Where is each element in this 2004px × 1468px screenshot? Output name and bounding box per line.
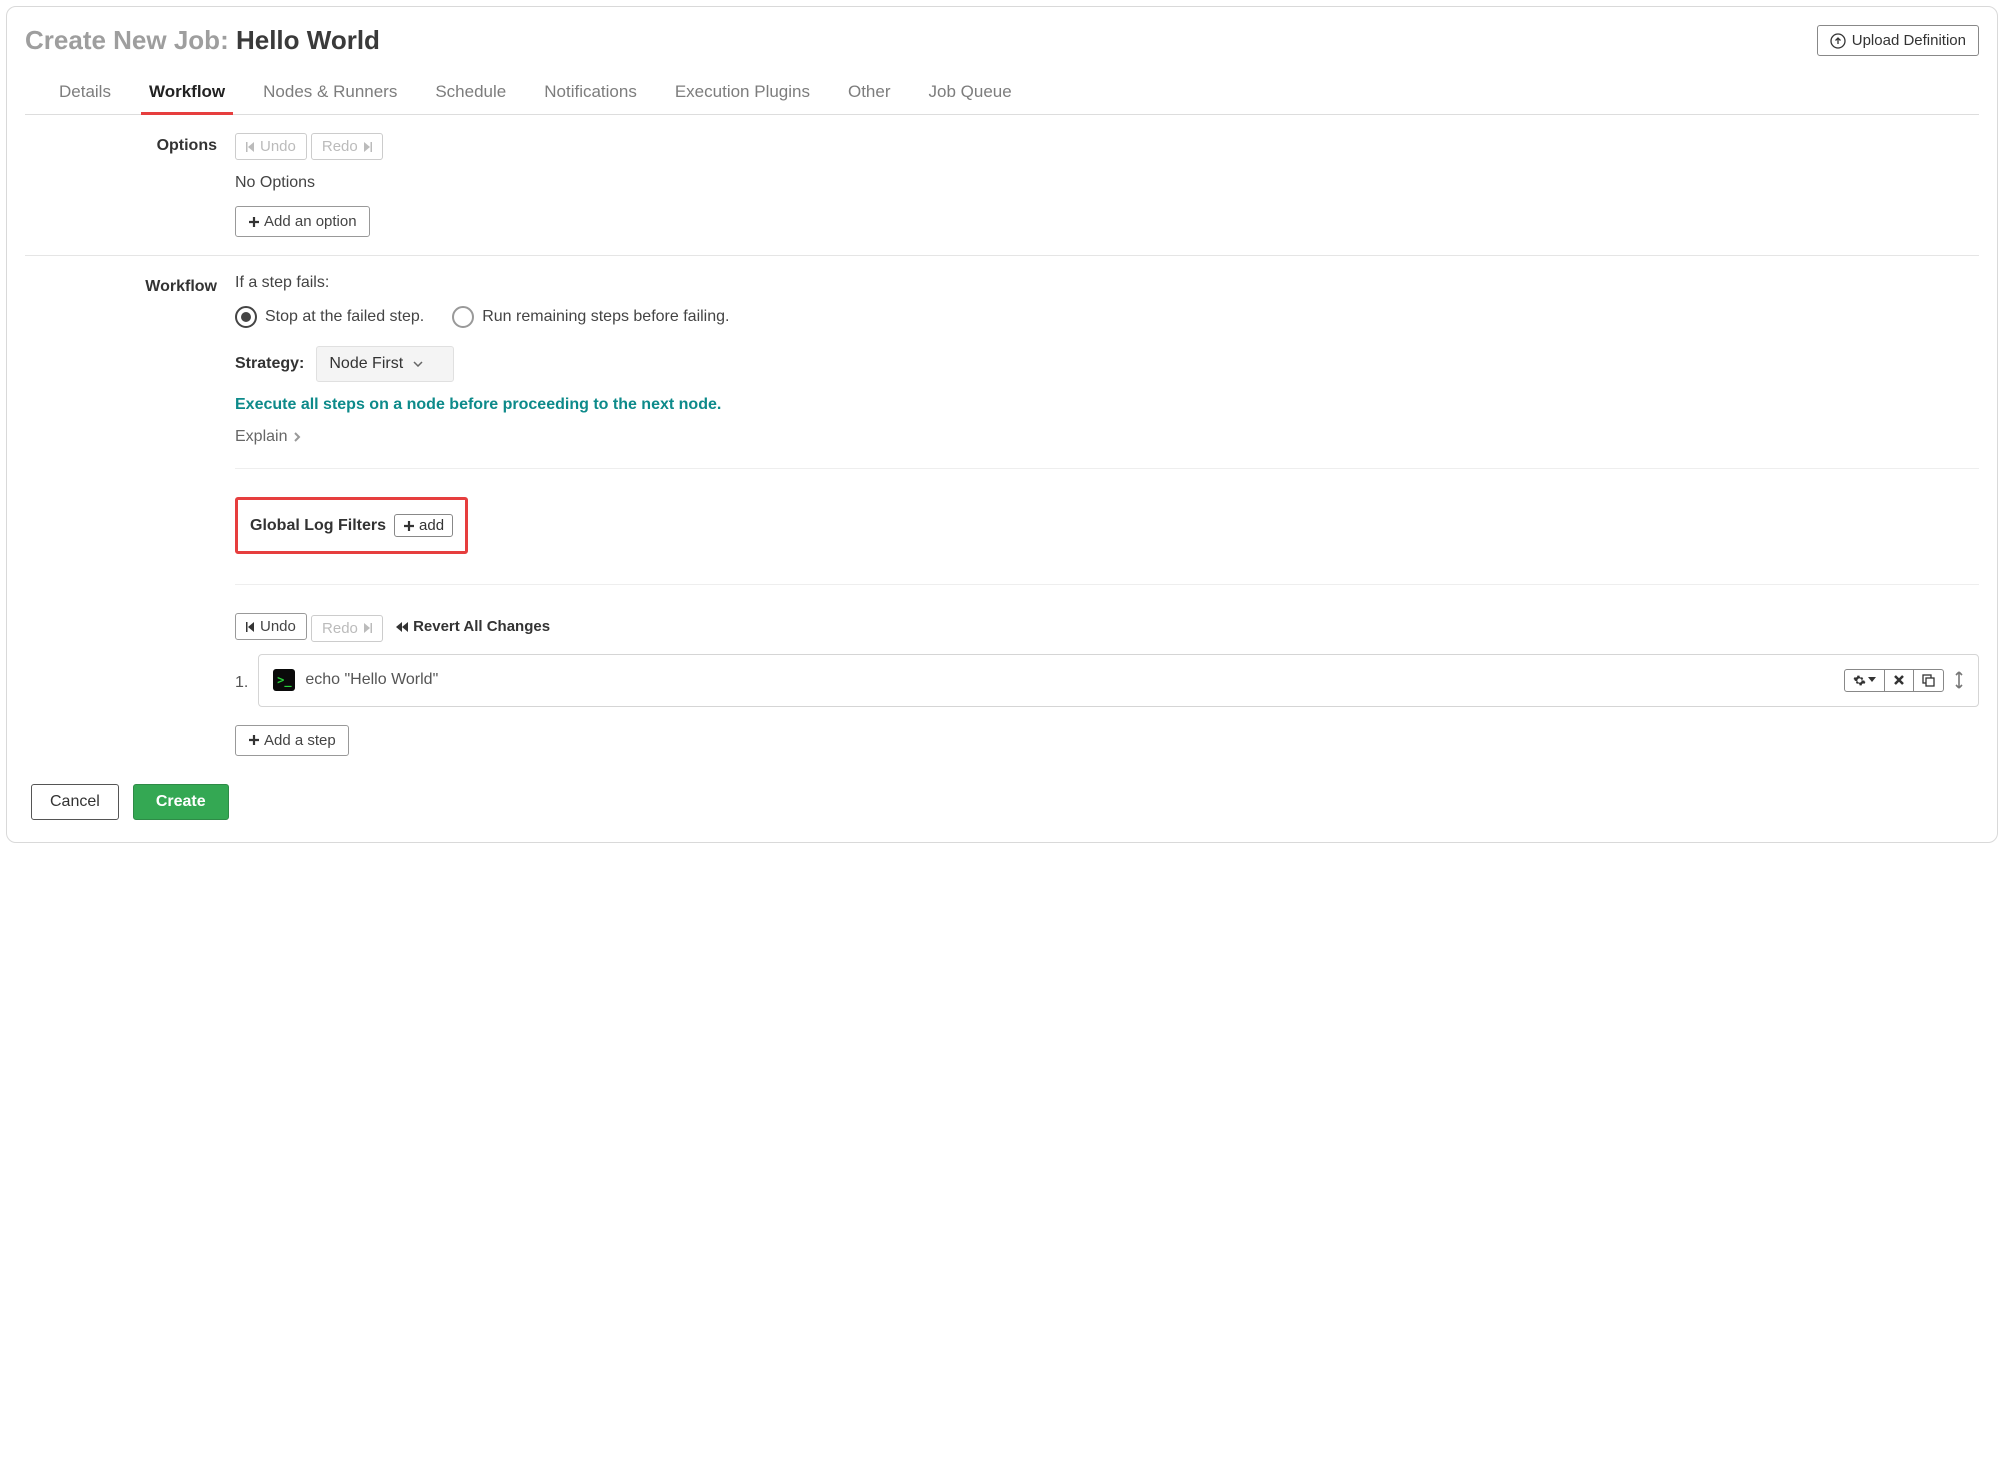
tab-details[interactable]: Details: [57, 74, 113, 114]
workflow-content: If a step fails: Stop at the failed step…: [235, 274, 1979, 756]
step-copy-button[interactable]: [1913, 670, 1943, 691]
undo-step-back-icon: [246, 141, 256, 153]
add-filter-label: add: [419, 517, 444, 534]
strategy-value: Node First: [329, 355, 403, 373]
options-redo-label: Redo: [322, 138, 358, 155]
plus-icon: [403, 520, 415, 532]
tab-job-queue[interactable]: Job Queue: [927, 74, 1014, 114]
strategy-select[interactable]: Node First: [316, 346, 454, 382]
drag-handle[interactable]: [1954, 671, 1964, 689]
rewind-icon: [395, 621, 409, 633]
plus-icon: [248, 216, 260, 228]
step-command: echo "Hello World": [305, 671, 438, 689]
options-undo-label: Undo: [260, 138, 296, 155]
workflow-steps-toolbar: Undo Redo Revert All Changes: [235, 613, 1979, 642]
step-fail-label: If a step fails:: [235, 274, 1979, 292]
radio-run-remaining-label: Run remaining steps before failing.: [482, 308, 729, 326]
redo-step-forward-icon: [362, 141, 372, 153]
workflow-label: Workflow: [25, 274, 235, 756]
options-undo-redo-row: Undo Redo: [235, 133, 383, 160]
revert-label: Revert All Changes: [413, 618, 550, 635]
add-step-button[interactable]: Add a step: [235, 725, 349, 756]
radio-stop[interactable]: Stop at the failed step.: [235, 306, 424, 328]
options-undo-button[interactable]: Undo: [235, 133, 307, 160]
footer-row: Cancel Create: [25, 774, 1979, 824]
chevron-down-icon: [413, 361, 423, 367]
radio-stop-label: Stop at the failed step.: [265, 308, 424, 326]
cancel-button[interactable]: Cancel: [31, 784, 119, 820]
copy-icon: [1922, 674, 1935, 687]
step-settings-button[interactable]: [1845, 670, 1884, 691]
radio-run-remaining[interactable]: Run remaining steps before failing.: [452, 306, 729, 328]
tab-notifications[interactable]: Notifications: [542, 74, 639, 114]
options-redo-button[interactable]: Redo: [311, 133, 383, 160]
caret-down-icon: [1868, 677, 1876, 683]
terminal-icon: >_: [273, 669, 295, 691]
title-prefix: Create New Job:: [25, 25, 236, 55]
job-name: Hello World: [236, 25, 380, 55]
tabs: Details Workflow Nodes & Runners Schedul…: [25, 64, 1979, 115]
radio-checked-icon: [235, 306, 257, 328]
explain-toggle[interactable]: Explain: [235, 428, 1979, 446]
create-button[interactable]: Create: [133, 784, 229, 820]
global-log-filters-label: Global Log Filters: [250, 517, 386, 535]
options-block: Options Undo Redo No Options Add an opti…: [25, 115, 1979, 255]
workflow-redo-label: Redo: [322, 620, 358, 637]
strategy-description: Execute all steps on a node before proce…: [235, 396, 1979, 414]
workflow-undo-label: Undo: [260, 618, 296, 635]
global-log-filters-highlight: Global Log Filters add: [235, 497, 468, 554]
step-number: 1.: [235, 674, 248, 692]
add-log-filter-button[interactable]: add: [394, 514, 453, 537]
tab-workflow[interactable]: Workflow: [147, 74, 227, 114]
upload-icon: [1830, 33, 1846, 49]
undo-step-back-icon: [246, 621, 256, 633]
upload-label: Upload Definition: [1852, 32, 1966, 49]
workflow-redo-button[interactable]: Redo: [311, 615, 383, 642]
page-title: Create New Job: Hello World: [25, 25, 380, 56]
explain-label: Explain: [235, 428, 287, 446]
redo-step-forward-icon: [362, 622, 372, 634]
drag-vertical-icon: [1954, 671, 1964, 689]
step-delete-button[interactable]: [1884, 670, 1913, 691]
tab-other[interactable]: Other: [846, 74, 893, 114]
tab-execution-plugins[interactable]: Execution Plugins: [673, 74, 812, 114]
gear-icon: [1853, 674, 1866, 687]
divider: [235, 468, 1979, 469]
step-left: >_ echo "Hello World": [273, 669, 438, 691]
chevron-right-icon: [293, 431, 301, 443]
workflow-block: Workflow If a step fails: Stop at the fa…: [25, 256, 1979, 774]
upload-definition-button[interactable]: Upload Definition: [1817, 25, 1979, 56]
tab-nodes-runners[interactable]: Nodes & Runners: [261, 74, 399, 114]
options-content: Undo Redo No Options Add an option: [235, 133, 1979, 237]
revert-all-changes-button[interactable]: Revert All Changes: [395, 618, 550, 635]
strategy-label: Strategy:: [235, 355, 304, 373]
divider: [235, 584, 1979, 585]
page-container: Create New Job: Hello World Upload Defin…: [6, 6, 1998, 843]
step-fail-radio-row: Stop at the failed step. Run remaining s…: [235, 306, 1979, 328]
radio-unchecked-icon: [452, 306, 474, 328]
close-icon: [1893, 674, 1905, 686]
step-actions: [1844, 669, 1964, 692]
add-option-button[interactable]: Add an option: [235, 206, 370, 237]
header-row: Create New Job: Hello World Upload Defin…: [25, 25, 1979, 56]
workflow-undo-button[interactable]: Undo: [235, 613, 307, 640]
step-row-wrap: 1. >_ echo "Hello World": [235, 642, 1979, 725]
step-action-group: [1844, 669, 1944, 692]
strategy-row: Strategy: Node First: [235, 346, 1979, 382]
tab-schedule[interactable]: Schedule: [433, 74, 508, 114]
add-step-label: Add a step: [264, 732, 336, 749]
plus-icon: [248, 734, 260, 746]
no-options-text: No Options: [235, 174, 1979, 192]
step-item[interactable]: >_ echo "Hello World": [258, 654, 1979, 707]
options-label: Options: [25, 133, 235, 237]
add-option-label: Add an option: [264, 213, 357, 230]
